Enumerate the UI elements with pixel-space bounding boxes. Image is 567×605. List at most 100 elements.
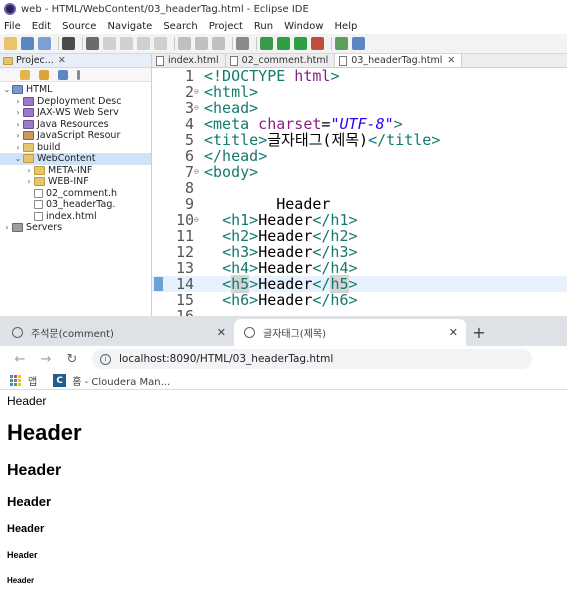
chevron-right-icon[interactable]: ›: [13, 120, 23, 129]
fold-toggle-icon[interactable]: ⊖: [194, 100, 202, 116]
code-line[interactable]: 11 <h2>Header</h2>: [152, 228, 567, 244]
menu-item[interactable]: File: [4, 21, 21, 32]
reload-icon[interactable]: ↻: [62, 352, 82, 367]
code-area[interactable]: 1 <!DOCTYPE html> 2 ⊖ <html> 3 ⊖ <head> 4 <meta c…: [152, 68, 567, 316]
menu-item[interactable]: Run: [254, 21, 273, 32]
close-icon[interactable]: ✕: [447, 55, 455, 66]
code-line[interactable]: 8: [152, 180, 567, 196]
fold-toggle-icon[interactable]: ⊖: [194, 84, 202, 100]
menu-item[interactable]: Project: [209, 21, 243, 32]
url-input[interactable]: i localhost:8090/HTML/03_headerTag.html: [92, 349, 532, 369]
disconnect-icon[interactable]: [154, 37, 167, 50]
chevron-down-icon[interactable]: ⌄: [13, 154, 23, 163]
info-icon[interactable]: i: [100, 353, 111, 365]
new-server-icon[interactable]: [335, 37, 348, 50]
step-into-icon[interactable]: [178, 37, 191, 50]
tree-item[interactable]: › META-INF: [0, 165, 151, 177]
menu-item[interactable]: Navigate: [107, 21, 152, 32]
step-over-icon[interactable]: [195, 37, 208, 50]
code-text: <title>글자태그(제목)</title>: [204, 131, 441, 149]
browser-tab[interactable]: 글자태그(제목) ✕: [234, 319, 466, 346]
globe-icon: [12, 327, 23, 338]
tree-item[interactable]: › Java Resources: [0, 119, 151, 131]
link-with-editor-icon[interactable]: [39, 69, 49, 80]
save-icon[interactable]: [21, 37, 34, 50]
chevron-right-icon[interactable]: ›: [13, 97, 23, 106]
collapse-all-icon[interactable]: [20, 69, 30, 80]
chevron-right-icon[interactable]: ›: [13, 143, 23, 152]
editor-tab[interactable]: index.html: [152, 54, 226, 67]
run-icon[interactable]: [277, 37, 290, 50]
filter-icon[interactable]: [58, 69, 68, 80]
tree-item[interactable]: 02_comment.h: [0, 188, 151, 200]
fold-toggle-icon[interactable]: ⊖: [194, 212, 202, 228]
code-line[interactable]: 5 <title>글자태그(제목)</title>: [152, 132, 567, 148]
code-line[interactable]: 6 </head>: [152, 148, 567, 164]
chevron-right-icon[interactable]: ›: [2, 223, 12, 232]
code-line[interactable]: 16: [152, 308, 567, 316]
close-icon[interactable]: ✕: [449, 326, 458, 339]
bookmark-cloudera[interactable]: 홈 - Cloudera Man...: [72, 373, 170, 388]
project-explorer-tab[interactable]: Projec... ✕: [0, 54, 151, 68]
external-tools-icon[interactable]: [311, 37, 324, 50]
resume-icon[interactable]: [103, 37, 116, 50]
save-all-icon[interactable]: [38, 37, 51, 50]
code-line[interactable]: 15 <h6>Header</h6>: [152, 292, 567, 308]
workbench: Projec... ✕ ⌄ HTML › Deployment Desc › JAX-WS…: [0, 54, 567, 316]
main-toolbar: [0, 34, 567, 54]
code-line[interactable]: 3 ⊖ <head>: [152, 100, 567, 116]
tree-item[interactable]: ⌄ HTML: [0, 84, 151, 96]
browser-tab[interactable]: 주석문(comment) ✕: [2, 319, 234, 346]
open-task-icon[interactable]: [236, 37, 249, 50]
editor-tab[interactable]: 02_comment.html: [226, 54, 336, 67]
debug-icon[interactable]: [260, 37, 273, 50]
chevron-right-icon[interactable]: ›: [13, 131, 23, 140]
tree-item[interactable]: › build: [0, 142, 151, 154]
code-line[interactable]: 1 <!DOCTYPE html>: [152, 68, 567, 84]
close-icon[interactable]: ✕: [58, 55, 66, 66]
new-file-icon[interactable]: [4, 37, 17, 50]
code-line[interactable]: 14 <h5>Header</h5>: [152, 275, 567, 293]
code-line[interactable]: 2 ⊖ <html>: [152, 84, 567, 100]
tree-item[interactable]: › WEB-INF: [0, 176, 151, 188]
tree-item[interactable]: ⌄ WebContent: [0, 153, 151, 165]
bookmark-apps[interactable]: 앱: [28, 373, 37, 388]
new-tab-button[interactable]: +: [466, 319, 492, 346]
chevron-down-icon[interactable]: ⌄: [2, 85, 12, 94]
forward-arrow-icon[interactable]: →: [36, 352, 56, 367]
tree-item[interactable]: › Servers: [0, 222, 151, 234]
menu-item[interactable]: Help: [335, 21, 358, 32]
code-line[interactable]: 12 <h3>Header</h3>: [152, 244, 567, 260]
fold-toggle-icon[interactable]: ⊖: [194, 164, 202, 180]
tree-item[interactable]: › Deployment Desc: [0, 96, 151, 108]
back-arrow-icon[interactable]: ←: [10, 352, 30, 367]
tree-item[interactable]: index.html: [0, 211, 151, 223]
code-line[interactable]: 4 <meta charset="UTF-8">: [152, 116, 567, 132]
tree-item[interactable]: 03_headerTag.: [0, 199, 151, 211]
tree-item[interactable]: › JAX-WS Web Serv: [0, 107, 151, 119]
skip-breakpoints-icon[interactable]: [86, 37, 99, 50]
chevron-right-icon[interactable]: ›: [24, 177, 34, 186]
chevron-right-icon[interactable]: ›: [13, 108, 23, 117]
search-icon[interactable]: [352, 37, 365, 50]
menu-item[interactable]: Search: [163, 21, 197, 32]
menu-item[interactable]: Window: [284, 21, 323, 32]
menu-item[interactable]: Edit: [32, 21, 51, 32]
eclipse-window: web - HTML/WebContent/03_headerTag.html …: [0, 0, 567, 316]
terminal-icon[interactable]: [62, 37, 75, 50]
run-last-icon[interactable]: [294, 37, 307, 50]
tree-item[interactable]: › JavaScript Resour: [0, 130, 151, 142]
chevron-right-icon[interactable]: ›: [24, 166, 34, 175]
close-icon[interactable]: ✕: [217, 326, 226, 339]
heading-h5: Header: [7, 550, 38, 560]
code-line[interactable]: 7 ⊖ <body>: [152, 164, 567, 180]
code-line[interactable]: 13 <h4>Header</h4>: [152, 260, 567, 276]
code-line[interactable]: 9 Header: [152, 196, 567, 212]
step-return-icon[interactable]: [212, 37, 225, 50]
terminate-icon[interactable]: [137, 37, 150, 50]
view-menu-icon[interactable]: [77, 69, 80, 80]
suspend-icon[interactable]: [120, 37, 133, 50]
menu-item[interactable]: Source: [62, 21, 96, 32]
editor-tab[interactable]: 03_headerTag.html ✕: [335, 54, 463, 67]
code-line[interactable]: 10 ⊖ <h1>Header</h1>: [152, 212, 567, 228]
